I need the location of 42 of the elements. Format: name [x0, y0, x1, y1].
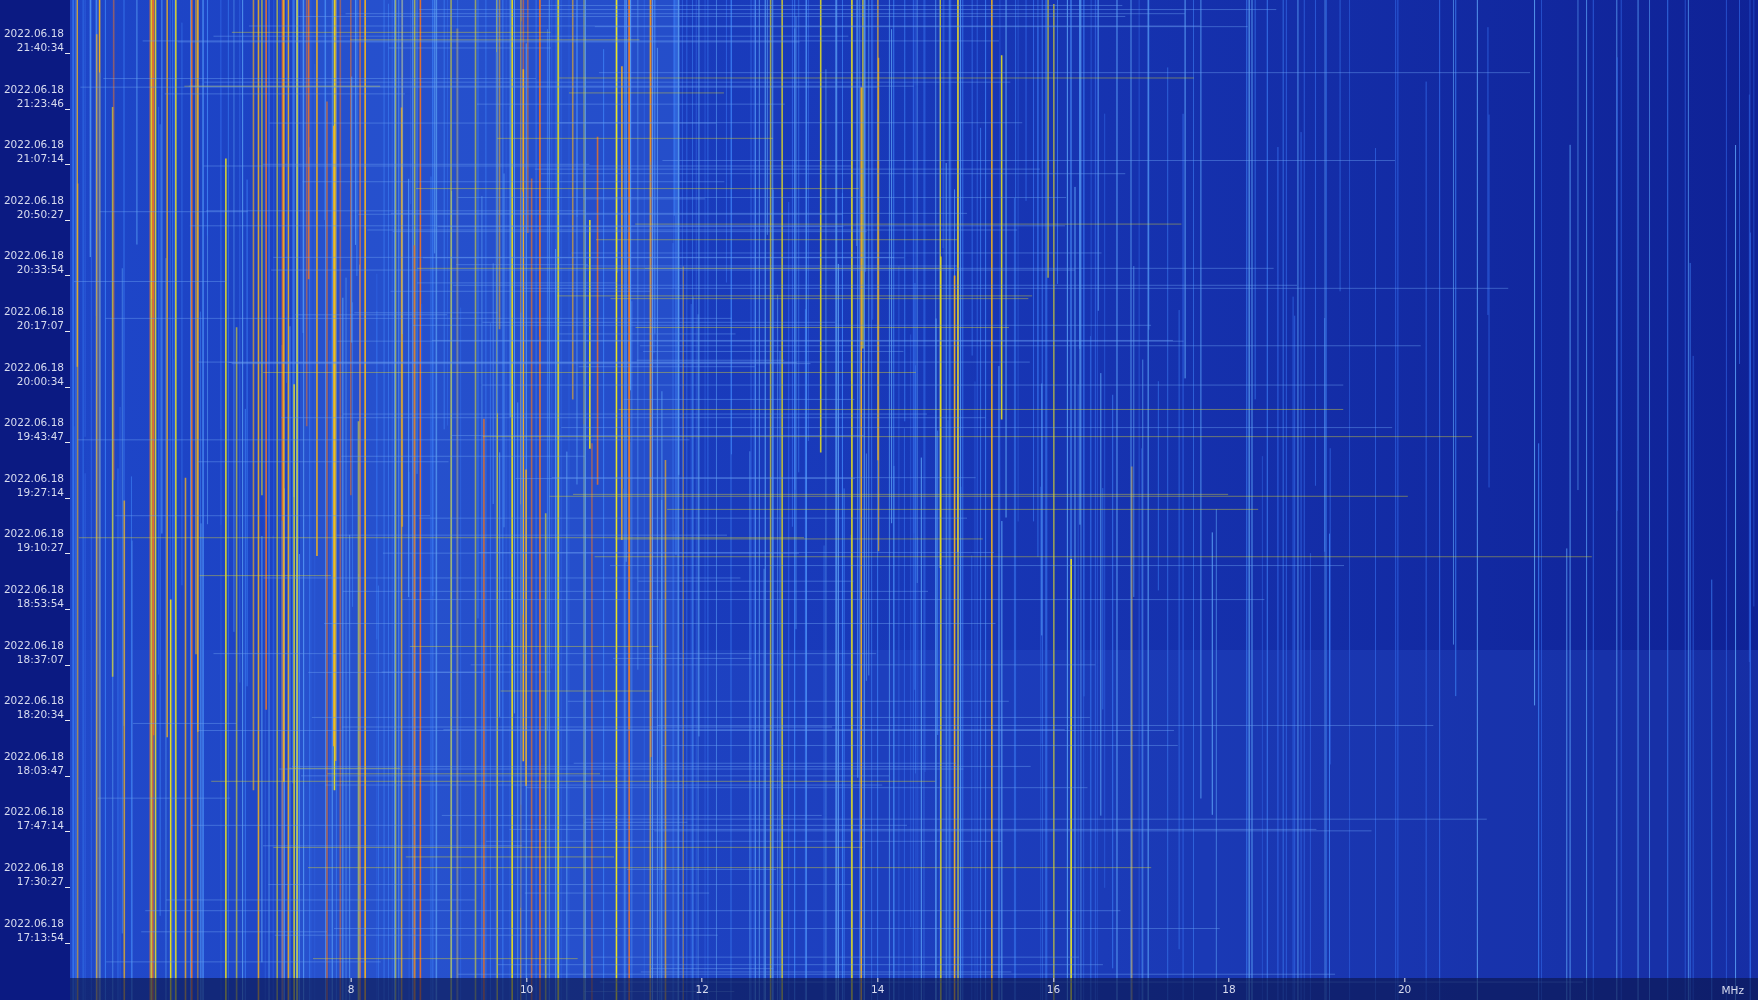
- time-label: 17:47:14: [16, 818, 64, 833]
- date-label: 2022.06.18: [3, 637, 64, 652]
- frequency-label: 16: [1046, 982, 1061, 996]
- date-label: 2022.06.18: [3, 26, 64, 40]
- date-label: 2022.06.18: [3, 137, 64, 152]
- frequency-label: 8: [347, 982, 355, 996]
- date-label: 2022.06.18: [3, 526, 64, 541]
- time-label: 20:00:34: [16, 373, 64, 388]
- date-label: 2022.06.18: [3, 248, 64, 263]
- frequency-label: 12: [695, 982, 709, 996]
- date-label: 2022.06.18: [3, 192, 64, 207]
- date-label: 2022.06.18: [3, 470, 64, 485]
- date-label: 2022.06.18: [3, 859, 64, 874]
- time-label: 21:23:46: [16, 95, 64, 110]
- frequency-label: 10: [519, 982, 534, 996]
- date-label: 2022.06.18: [3, 81, 64, 96]
- time-label: 20:50:27: [16, 206, 64, 221]
- date-label: 2022.06.18: [3, 748, 64, 763]
- time-label: 19:43:47: [16, 429, 64, 444]
- date-label: 2022.06.18: [3, 693, 64, 708]
- time-label: 18:20:34: [16, 707, 64, 722]
- date-label: 2022.06.18: [3, 915, 64, 930]
- time-label: 21:07:14: [16, 151, 64, 166]
- time-label: 18:37:07: [16, 651, 64, 666]
- time-label: 17:30:27: [16, 873, 64, 888]
- frequency-label: 18: [1222, 982, 1236, 996]
- frequency-label: 20: [1397, 982, 1412, 996]
- time-label: 20:33:54: [16, 262, 64, 277]
- time-label: 19:10:27: [16, 540, 64, 555]
- unit-label: MHz: [1721, 983, 1744, 997]
- date-label: 2022.06.18: [3, 359, 64, 374]
- time-label: 19:27:14: [16, 484, 64, 499]
- time-label: 20:17:07: [16, 317, 64, 332]
- time-label: 21:40:34: [16, 40, 64, 54]
- date-label: 2022.06.18: [3, 804, 64, 819]
- date-label: 2022.06.18: [3, 303, 64, 318]
- time-label: 18:03:47: [16, 762, 64, 777]
- time-label: 18:53:54: [16, 595, 64, 610]
- time-label: 17:13:54: [16, 929, 64, 944]
- date-label: 2022.06.18: [3, 581, 64, 596]
- frequency-label: 14: [871, 982, 885, 996]
- date-label: 2022.06.18: [3, 415, 64, 430]
